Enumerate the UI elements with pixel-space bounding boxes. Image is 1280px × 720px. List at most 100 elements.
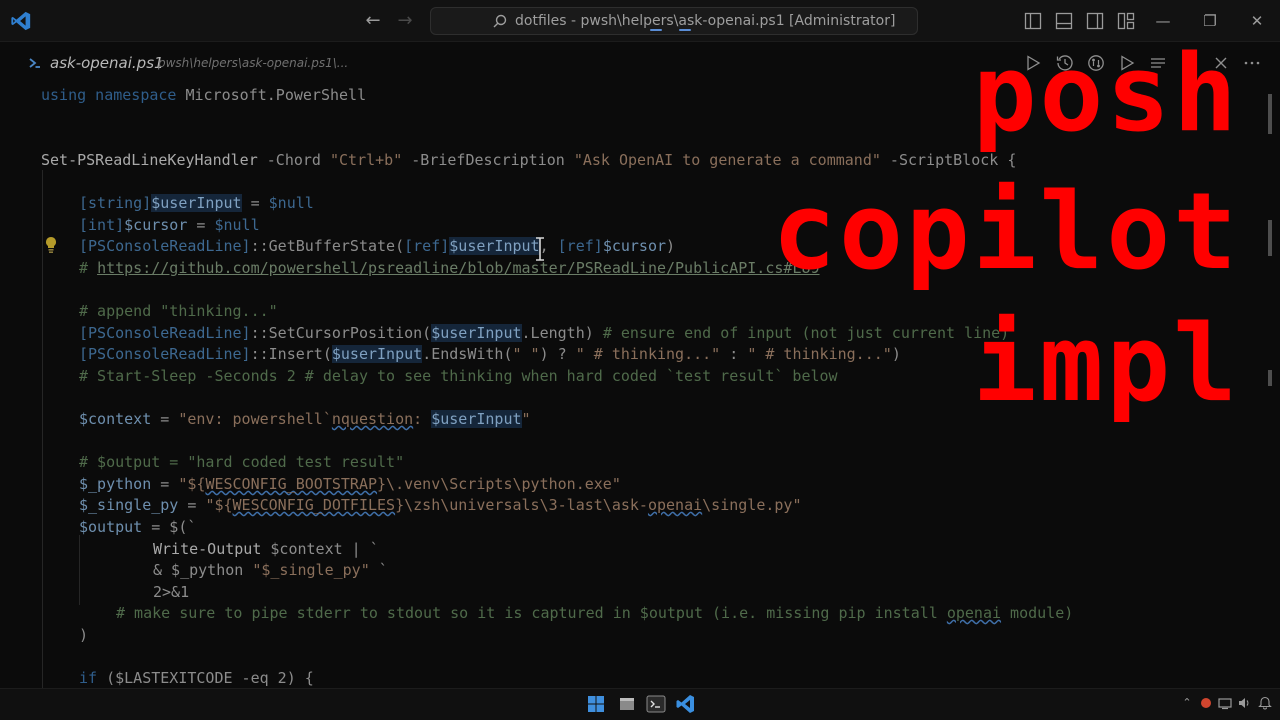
- token-plain: ): [79, 626, 89, 644]
- editor-tab-label[interactable]: ask-openai.ps1: [50, 54, 164, 72]
- token-plain: ): [891, 345, 901, 363]
- token-string-squiggle: openai: [647, 496, 703, 514]
- back-arrow-icon[interactable]: ←: [362, 10, 384, 32]
- restore-icon[interactable]: ❐: [1199, 10, 1221, 32]
- token-string: }\zsh\universals\3-last\ask-: [395, 496, 648, 514]
- scrollbar-marker: [1268, 94, 1272, 134]
- app-tray-icon[interactable]: [1199, 696, 1213, 710]
- token-string: "Ctrl+b": [330, 151, 403, 169]
- token-variable-highlight: $userInput: [449, 237, 540, 255]
- token-comment: # $output = "hard coded test result": [79, 453, 405, 471]
- code-line-13: $_python = "${WESCONFIG_BOOTSTRAP}\.venv…: [79, 473, 621, 495]
- token-string: "${: [178, 475, 206, 493]
- token-constant: $null: [214, 216, 260, 234]
- code-line-1: using namespace Microsoft.PowerShell: [41, 84, 366, 106]
- code-line-10: # Start-Sleep -Seconds 2 # delay to see …: [79, 365, 838, 387]
- code-line-12: # $output = "hard coded test result": [79, 451, 404, 473]
- token-comment-squiggle: openai: [946, 604, 1002, 622]
- code-line-4: [int]$cursor = $null: [79, 214, 260, 236]
- overlay-title-line-3: impl: [972, 302, 1240, 425]
- forward-arrow-icon[interactable]: →: [394, 10, 416, 32]
- token-constant: $null: [268, 194, 314, 212]
- token-string: "env: powershell`: [178, 410, 332, 428]
- token-variable: $context: [79, 410, 152, 428]
- customize-layout-icon[interactable]: [1117, 12, 1135, 30]
- token-plain: Microsoft.PowerShell: [176, 86, 367, 104]
- token-string-squiggle: WESCONFIG_DOTFILES: [232, 496, 396, 514]
- code-line-20: ): [79, 624, 88, 646]
- token-string: "$_single_py": [252, 561, 370, 579]
- code-line-16: Write-Output $context | `: [153, 538, 379, 560]
- token-keyword: if: [79, 669, 98, 687]
- token-string: " ": [512, 345, 540, 363]
- code-line-6: # https://github.com/powershell/psreadli…: [79, 257, 820, 279]
- token-string: " # thinking...": [575, 345, 721, 363]
- code-line-15: $output = $(`: [79, 516, 196, 538]
- token-comment: #: [79, 259, 98, 277]
- toggle-panel-icon[interactable]: [1055, 12, 1073, 30]
- token-string: \single.py": [702, 496, 802, 514]
- scrollbar-marker: [1268, 370, 1272, 386]
- network-icon[interactable]: [1218, 696, 1232, 710]
- token-function: Set-PSReadLineKeyHandler: [41, 151, 258, 169]
- token-type: [PSConsoleReadLine]: [79, 237, 251, 255]
- token-type: [PSConsoleReadLine]: [79, 324, 251, 342]
- token-plain: .EndsWith(: [422, 345, 513, 363]
- vscode-taskbar-icon[interactable]: [672, 692, 698, 716]
- token-plain: =: [178, 496, 206, 514]
- command-center-search[interactable]: dotfiles - pwsh\helpers\ask-openai.ps1 […: [430, 7, 918, 35]
- toggle-secondary-sidebar-icon[interactable]: [1086, 12, 1104, 30]
- active-app-indicator: [650, 29, 662, 31]
- token-plain: & $_python: [153, 561, 253, 579]
- token-string: " # thinking...": [747, 345, 892, 363]
- token-plain: ::Insert(: [250, 345, 332, 363]
- more-actions-icon[interactable]: [1243, 54, 1261, 72]
- code-line-7: # append "thinking...": [79, 300, 278, 322]
- vscode-logo-icon[interactable]: [10, 10, 32, 32]
- token-string: }\.venv\Scripts\python.exe": [377, 475, 621, 493]
- code-line-21: if ($LASTEXITCODE -eq 2) {: [79, 667, 314, 689]
- breadcrumb[interactable]: pwsh\helpers\ask-openai.ps1\...: [158, 56, 348, 70]
- indent-guide: [42, 170, 43, 688]
- volume-icon[interactable]: [1237, 696, 1251, 710]
- token-variable-highlight: $userInput: [431, 324, 522, 342]
- token-string-squiggle: WESCONFIG_BOOTSTRAP: [205, 475, 378, 493]
- toggle-primary-sidebar-icon[interactable]: [1024, 12, 1042, 30]
- code-line-11: $context = "env: powershell`nquestion: $…: [79, 408, 531, 430]
- token-type: [int]: [79, 216, 125, 234]
- token-string: ": [521, 410, 531, 428]
- token-string: "Ask OpenAI to generate a command": [573, 151, 881, 169]
- notification-bell-icon[interactable]: [1258, 696, 1272, 710]
- minimize-icon[interactable]: —: [1152, 10, 1174, 32]
- token-keyword: using namespace: [41, 86, 177, 104]
- token-type: [string]: [79, 194, 152, 212]
- token-plain: =: [151, 475, 179, 493]
- token-function: Write-Output: [153, 540, 262, 558]
- token-plain: -BriefDescription: [402, 151, 574, 169]
- token-type: [PSConsoleReadLine]: [79, 345, 251, 363]
- token-comment: # Start-Sleep -Seconds 2 # delay to see …: [79, 367, 838, 385]
- close-window-icon[interactable]: ✕: [1246, 10, 1268, 32]
- terminal-icon[interactable]: [643, 692, 669, 716]
- token-plain: = $(`: [142, 518, 197, 536]
- lightbulb-icon[interactable]: [44, 236, 58, 254]
- file-explorer-icon[interactable]: [614, 692, 640, 716]
- token-type: [ref]: [404, 237, 450, 255]
- token-plain: ) ?: [539, 345, 576, 363]
- token-plain: =: [241, 194, 269, 212]
- editor-scrollbar[interactable]: [1266, 84, 1274, 688]
- code-line-9: [PSConsoleReadLine]::Insert($userInput.E…: [79, 343, 901, 365]
- powershell-file-icon: [29, 58, 40, 68]
- token-plain: ): [666, 237, 676, 255]
- token-variable: $output: [79, 518, 143, 536]
- overlay-title-line-2: copilot: [772, 170, 1240, 293]
- token-plain: .Length): [521, 324, 603, 342]
- code-line-2: Set-PSReadLineKeyHandler -Chord "Ctrl+b"…: [41, 149, 1016, 171]
- comment-link[interactable]: https://github.com/powershell/psreadline…: [97, 259, 819, 277]
- windows-start-icon[interactable]: [583, 692, 609, 716]
- token-plain: ::SetCursorPosition(: [250, 324, 432, 342]
- code-line-14: $_single_py = "${WESCONFIG_DOTFILES}\zsh…: [79, 494, 802, 516]
- token-plain: $context | `: [261, 540, 379, 558]
- token-variable: $_python: [79, 475, 152, 493]
- show-hidden-icons-icon[interactable]: ⌃: [1180, 696, 1194, 710]
